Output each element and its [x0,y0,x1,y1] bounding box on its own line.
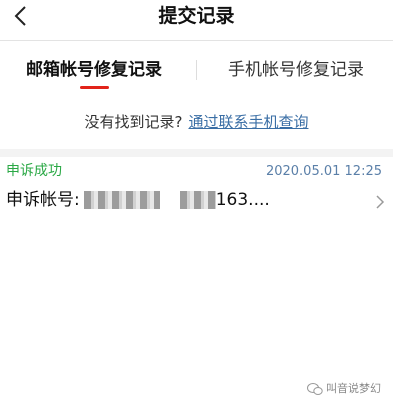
header-divider [0,40,393,41]
section-divider [0,149,393,157]
watermark-text: 叫音说梦幻 [326,382,381,395]
tab-email-recovery-records[interactable]: 邮箱帐号修复记录 [26,57,162,83]
record-status: 申诉成功 [6,163,62,179]
account-label: 申诉帐号: [6,190,80,210]
no-record-hint: 没有找到记录? 通过联系手机查询 [0,111,393,133]
masked-account-part-1 [83,191,160,209]
query-by-phone-link[interactable]: 通过联系手机查询 [188,113,308,131]
page-title: 提交记录 [158,5,235,27]
chevron-right-icon [376,195,385,209]
active-tab-indicator [80,86,109,89]
account-suffix: 163.... [215,190,270,210]
watermark: 叫音说梦幻 [307,381,381,397]
tab-separator [196,60,197,80]
hint-text: 没有找到记录? [84,113,183,131]
record-account: 申诉帐号: 163.... [6,187,270,213]
tab-phone-recovery-records[interactable]: 手机帐号修复记录 [228,57,364,83]
record-time: 2020.05.01 12:25 [265,164,382,179]
navigation-bar: 提交记录 [0,0,393,34]
masked-account-part-2 [179,191,216,209]
wechat-icon [307,383,323,395]
